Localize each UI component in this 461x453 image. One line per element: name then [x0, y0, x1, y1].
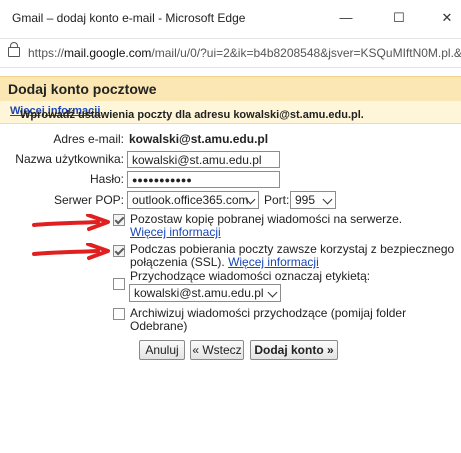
- url-text[interactable]: https://mail.google.com/mail/u/0/?ui=2&i…: [28, 46, 461, 60]
- label-select-value: kowalski@st.amu.edu.pl: [134, 286, 264, 300]
- label-incoming-text: Przychodzące wiadomości oznaczaj etykiet…: [130, 269, 371, 283]
- chevron-down-icon: [322, 194, 333, 205]
- ssl-checkbox[interactable]: [113, 245, 125, 257]
- minimize-icon[interactable]: —: [335, 8, 357, 28]
- intro-text: Wprowadź ustawienia poczty dla adresu ko…: [10, 105, 364, 121]
- label-select[interactable]: kowalski@st.amu.edu.pl: [129, 284, 281, 302]
- close-icon[interactable]: ✕: [436, 8, 458, 28]
- cancel-button[interactable]: Anuluj: [139, 340, 185, 360]
- pop-server-select[interactable]: outlook.office365.com: [127, 191, 259, 209]
- maximize-icon[interactable]: ☐: [388, 8, 410, 28]
- add-account-button[interactable]: Dodaj konto »: [250, 340, 338, 360]
- ssl-more-info-link[interactable]: Więcej informacji: [228, 255, 319, 269]
- password-label: Hasło:: [89, 172, 124, 186]
- window-titlebar: Gmail – dodaj konto e-mail - Microsoft E…: [0, 0, 461, 36]
- red-arrow-icon: [32, 214, 110, 231]
- pop-server-label: Serwer POP:: [53, 193, 124, 207]
- back-button[interactable]: « Wstecz: [190, 340, 244, 360]
- window-title: Gmail – dodaj konto e-mail - Microsoft E…: [12, 11, 246, 25]
- pop-server-value: outlook.office365.com: [132, 193, 249, 207]
- intro-bar: Wprowadź ustawienia poczty dla adresu ko…: [0, 101, 461, 124]
- password-input[interactable]: ●●●●●●●●●●●: [127, 171, 280, 188]
- chevron-down-icon: [267, 287, 278, 298]
- username-input[interactable]: kowalski@st.amu.edu.pl: [127, 151, 280, 168]
- port-label: Port:: [264, 193, 290, 207]
- page-title: Dodaj konto pocztowe: [8, 81, 157, 97]
- email-label: Adres e-mail:: [53, 132, 124, 146]
- username-label: Nazwa użytkownika:: [15, 152, 124, 166]
- port-value: 995: [295, 193, 316, 207]
- leave-copy-checkbox[interactable]: [113, 214, 125, 226]
- page-content: Dodaj konto pocztowe Wprowadź ustawienia…: [0, 68, 461, 453]
- leave-copy-more-info-link[interactable]: Więcej informacji: [130, 226, 221, 239]
- ssl-text-line2: połączenia (SSL). Więcej informacji: [130, 255, 319, 269]
- port-select[interactable]: 995: [290, 191, 336, 209]
- archive-checkbox[interactable]: [113, 308, 125, 320]
- archive-text: Archiwizuj wiadomości przychodzące (pomi…: [130, 306, 407, 333]
- lock-icon: [8, 42, 20, 57]
- red-arrow-icon: [32, 243, 110, 260]
- address-bar[interactable]: https://mail.google.com/mail/u/0/?ui=2&i…: [0, 38, 461, 68]
- page-header: Dodaj konto pocztowe: [0, 76, 461, 102]
- email-value: kowalski@st.amu.edu.pl: [129, 132, 269, 146]
- label-incoming-checkbox[interactable]: [113, 278, 125, 290]
